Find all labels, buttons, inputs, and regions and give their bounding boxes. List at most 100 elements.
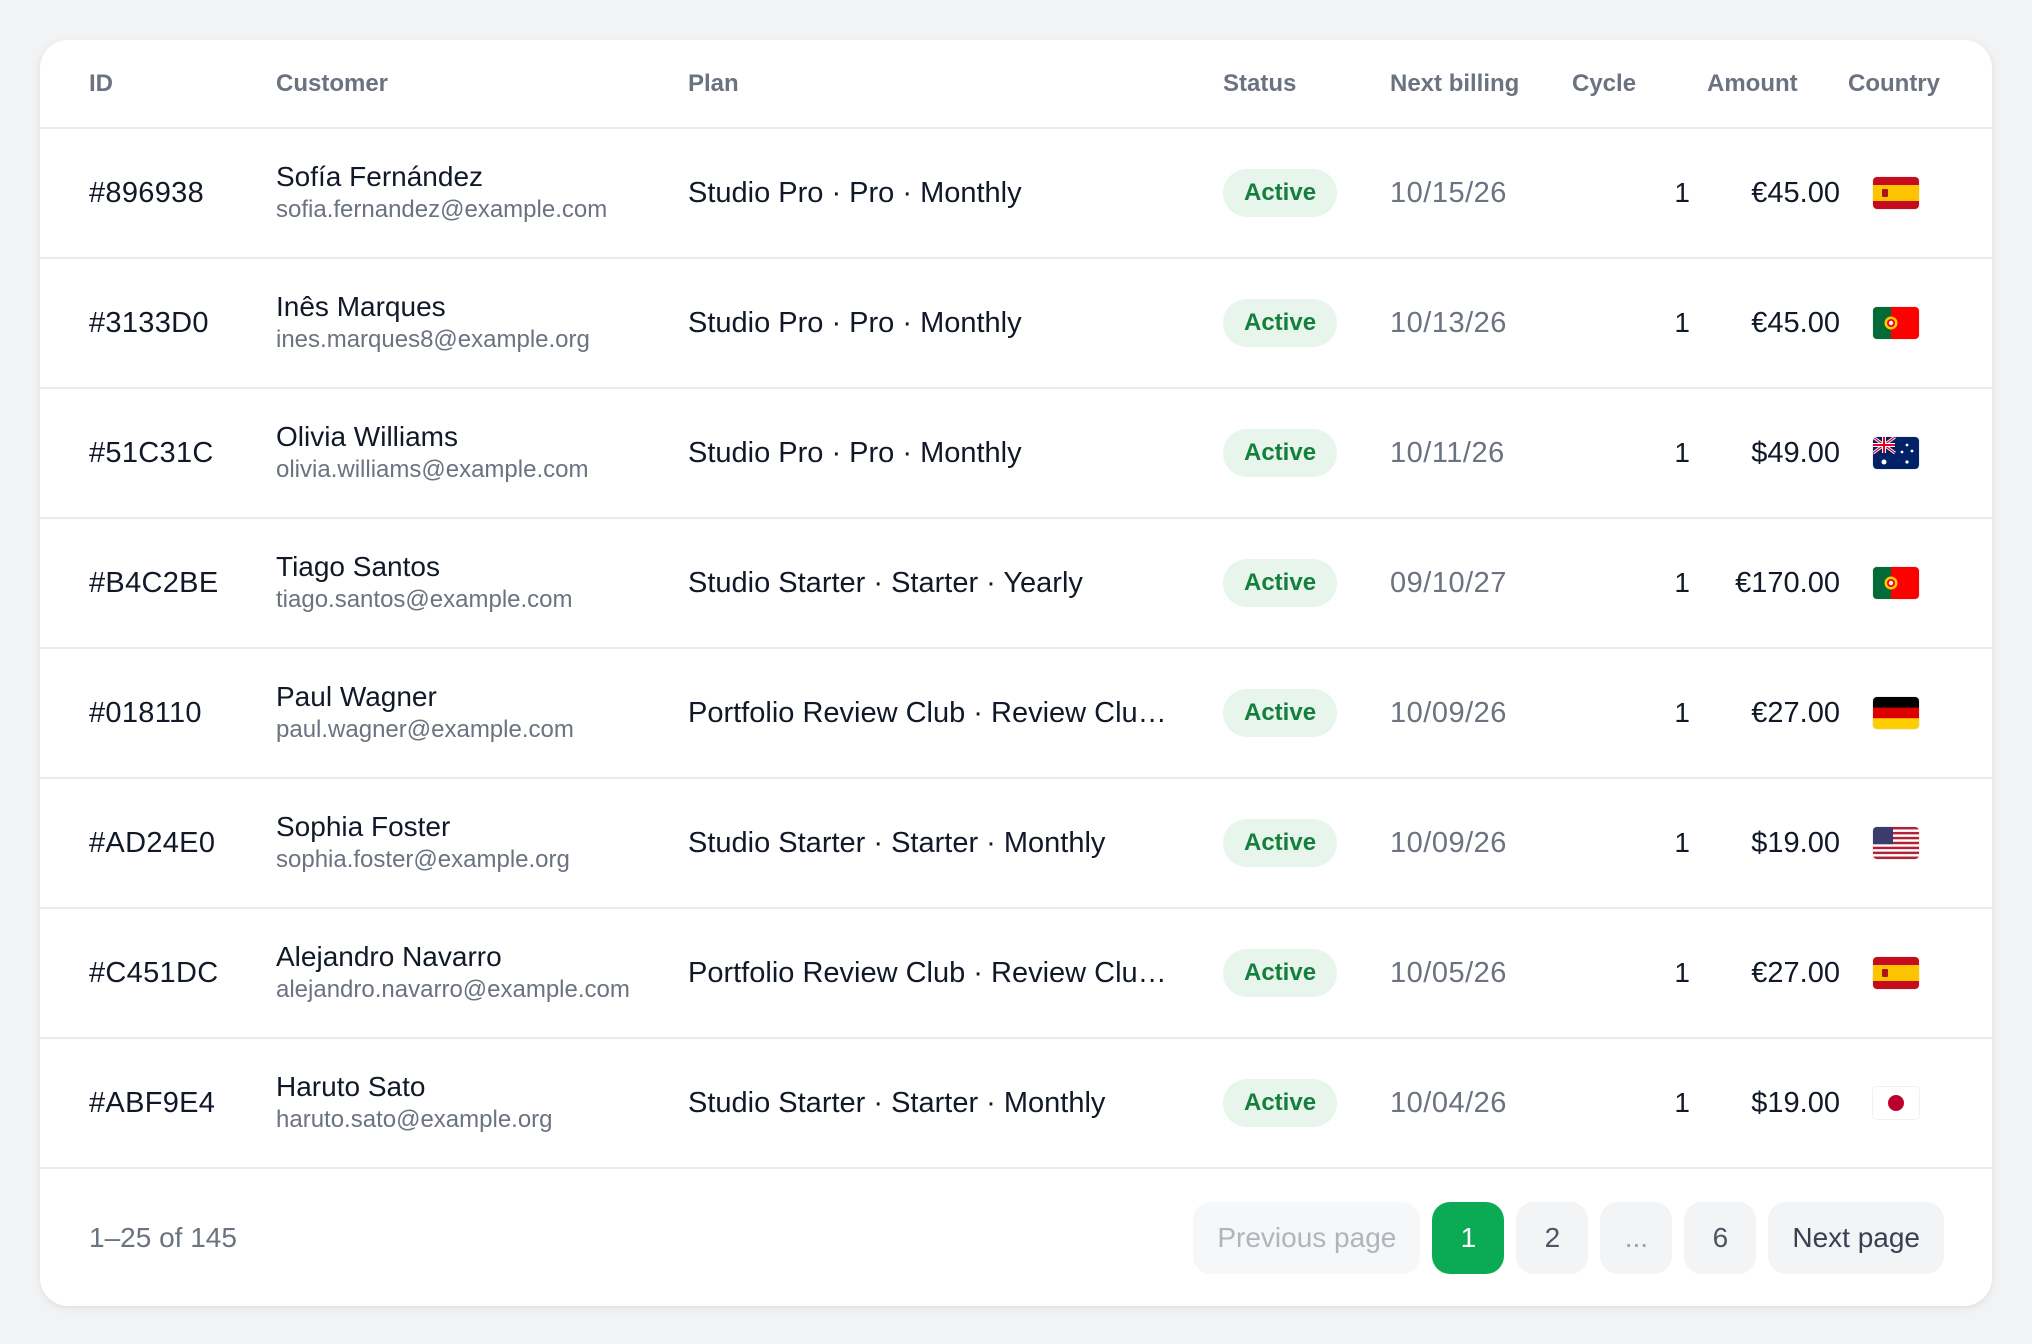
plan-name: Studio Pro · Pro · Monthly xyxy=(688,306,1022,339)
subscription-id: #B4C2BE xyxy=(89,566,219,599)
customer-email: sophia.foster@example.org xyxy=(276,846,570,873)
status-badge: Active xyxy=(1223,949,1338,997)
plan-name: Portfolio Review Club · Review Club ·... xyxy=(688,696,1168,729)
status-badge: Active xyxy=(1223,1079,1338,1127)
plan-name: Portfolio Review Club · Review Club ·... xyxy=(688,956,1168,989)
column-header-status[interactable]: Status xyxy=(1223,40,1296,127)
table-row[interactable]: #C451DC Alejandro Navarro alejandro.nava… xyxy=(40,909,1992,1039)
table-body: #896938 Sofía Fernández sofia.fernandez@… xyxy=(40,129,1992,1169)
next-billing-date: 10/15/26 xyxy=(1390,176,1507,209)
amount: €27.00 xyxy=(1751,696,1840,729)
cycle-count: 1 xyxy=(1674,437,1690,468)
cycle-count: 1 xyxy=(1674,1087,1690,1118)
status-cell: Active xyxy=(1223,519,1338,647)
plan-name: Studio Starter · Starter · Monthly xyxy=(688,826,1106,859)
country-cell xyxy=(1872,1039,1920,1167)
page-button-2[interactable]: 2 xyxy=(1516,1202,1589,1274)
customer-cell: Paul Wagner paul.wagner@example.com xyxy=(276,649,574,777)
table-row[interactable]: #B4C2BE Tiago Santos tiago.santos@exampl… xyxy=(40,519,1992,649)
column-header-plan[interactable]: Plan xyxy=(688,40,739,127)
customer-name: Alejandro Navarro xyxy=(276,941,502,972)
customer-name: Sofía Fernández xyxy=(276,161,484,192)
plan-cell: Studio Starter · Starter · Monthly xyxy=(688,1039,1208,1167)
cycle-count: 1 xyxy=(1674,307,1690,338)
amount: $19.00 xyxy=(1751,1086,1840,1119)
country-cell xyxy=(1872,259,1920,387)
status-cell: Active xyxy=(1223,389,1338,517)
page-button-6[interactable]: 6 xyxy=(1684,1202,1757,1274)
next-billing-date: 10/05/26 xyxy=(1390,956,1507,989)
table-row[interactable]: #3133D0 Inês Marques ines.marques8@examp… xyxy=(40,259,1992,389)
plan-cell: Studio Pro · Pro · Monthly xyxy=(688,129,1208,257)
plan-name: Studio Pro · Pro · Monthly xyxy=(688,436,1022,469)
amount: €45.00 xyxy=(1751,176,1840,209)
column-header-country[interactable]: Country xyxy=(1848,40,1940,127)
table-row[interactable]: #AD24E0 Sophia Foster sophia.foster@exam… xyxy=(40,779,1992,909)
status-cell: Active xyxy=(1223,649,1338,777)
page-ellipsis: ... xyxy=(1600,1202,1673,1274)
subscription-id: #3133D0 xyxy=(89,306,209,339)
column-header-next-billing[interactable]: Next billing xyxy=(1390,40,1519,127)
subscriptions-table-card: ID Customer Plan Status Next billing Cyc… xyxy=(40,40,1992,1306)
germany-flag-icon xyxy=(1873,697,1919,729)
column-header-customer[interactable]: Customer xyxy=(276,40,388,127)
status-cell: Active xyxy=(1223,1039,1338,1167)
subscription-id: #AD24E0 xyxy=(89,826,216,859)
customer-cell: Alejandro Navarro alejandro.navarro@exam… xyxy=(276,909,630,1037)
table-row[interactable]: #ABF9E4 Haruto Sato haruto.sato@example.… xyxy=(40,1039,1992,1169)
amount: $49.00 xyxy=(1751,436,1840,469)
cycle-count: 1 xyxy=(1674,177,1690,208)
previous-page-button[interactable]: Previous page xyxy=(1193,1202,1421,1274)
status-badge: Active xyxy=(1223,429,1338,477)
customer-email: ines.marques8@example.org xyxy=(276,326,590,353)
spain-flag-icon xyxy=(1873,177,1919,209)
country-cell xyxy=(1872,779,1920,907)
customer-cell: Olivia Williams olivia.williams@example.… xyxy=(276,389,588,517)
subscription-id: #018110 xyxy=(89,696,202,729)
column-header-id[interactable]: ID xyxy=(89,40,113,127)
plan-name: Studio Starter · Starter · Yearly xyxy=(688,566,1083,599)
status-badge: Active xyxy=(1223,299,1338,347)
customer-email: olivia.williams@example.com xyxy=(276,456,589,483)
plan-cell: Studio Starter · Starter · Monthly xyxy=(688,779,1208,907)
australia-flag-icon xyxy=(1873,437,1919,469)
cycle-count: 1 xyxy=(1674,567,1690,598)
customer-email: tiago.santos@example.com xyxy=(276,586,573,613)
status-badge: Active xyxy=(1223,559,1338,607)
status-cell: Active xyxy=(1223,129,1338,257)
customer-name: Olivia Williams xyxy=(276,421,458,452)
plan-name: Studio Pro · Pro · Monthly xyxy=(688,176,1022,209)
cycle-count: 1 xyxy=(1674,957,1690,988)
page-button-1[interactable]: 1 xyxy=(1432,1202,1505,1274)
amount: $19.00 xyxy=(1751,826,1840,859)
table-row[interactable]: #51C31C Olivia Williams olivia.williams@… xyxy=(40,389,1992,519)
customer-cell: Sofía Fernández sofia.fernandez@example.… xyxy=(276,129,607,257)
next-billing-date: 10/11/26 xyxy=(1390,436,1505,469)
amount: €27.00 xyxy=(1751,956,1840,989)
plan-cell: Studio Pro · Pro · Monthly xyxy=(688,389,1208,517)
table-row[interactable]: #896938 Sofía Fernández sofia.fernandez@… xyxy=(40,129,1992,259)
country-cell xyxy=(1872,649,1920,777)
subscription-id: #896938 xyxy=(89,176,204,209)
cycle-count: 1 xyxy=(1674,697,1690,728)
customer-email: alejandro.navarro@example.com xyxy=(276,976,630,1003)
customer-cell: Inês Marques ines.marques8@example.org xyxy=(276,259,590,387)
next-billing-date: 09/10/27 xyxy=(1390,566,1507,599)
column-header-amount[interactable]: Amount xyxy=(1707,40,1798,127)
customer-name: Inês Marques xyxy=(276,291,446,322)
customer-name: Haruto Sato xyxy=(276,1071,426,1102)
customer-email: paul.wagner@example.com xyxy=(276,716,574,743)
country-cell xyxy=(1872,389,1920,517)
customer-cell: Haruto Sato haruto.sato@example.org xyxy=(276,1039,553,1167)
status-cell: Active xyxy=(1223,259,1338,387)
column-header-cycle[interactable]: Cycle xyxy=(1572,40,1636,127)
next-page-button[interactable]: Next page xyxy=(1768,1202,1944,1274)
amount: €45.00 xyxy=(1751,306,1840,339)
customer-name: Paul Wagner xyxy=(276,681,437,712)
next-billing-date: 10/13/26 xyxy=(1390,306,1507,339)
status-badge: Active xyxy=(1223,689,1338,737)
table-row[interactable]: #018110 Paul Wagner paul.wagner@example.… xyxy=(40,649,1992,779)
next-billing-date: 10/09/26 xyxy=(1390,696,1507,729)
spain-flag-icon xyxy=(1873,957,1919,989)
customer-name: Sophia Foster xyxy=(276,811,451,842)
